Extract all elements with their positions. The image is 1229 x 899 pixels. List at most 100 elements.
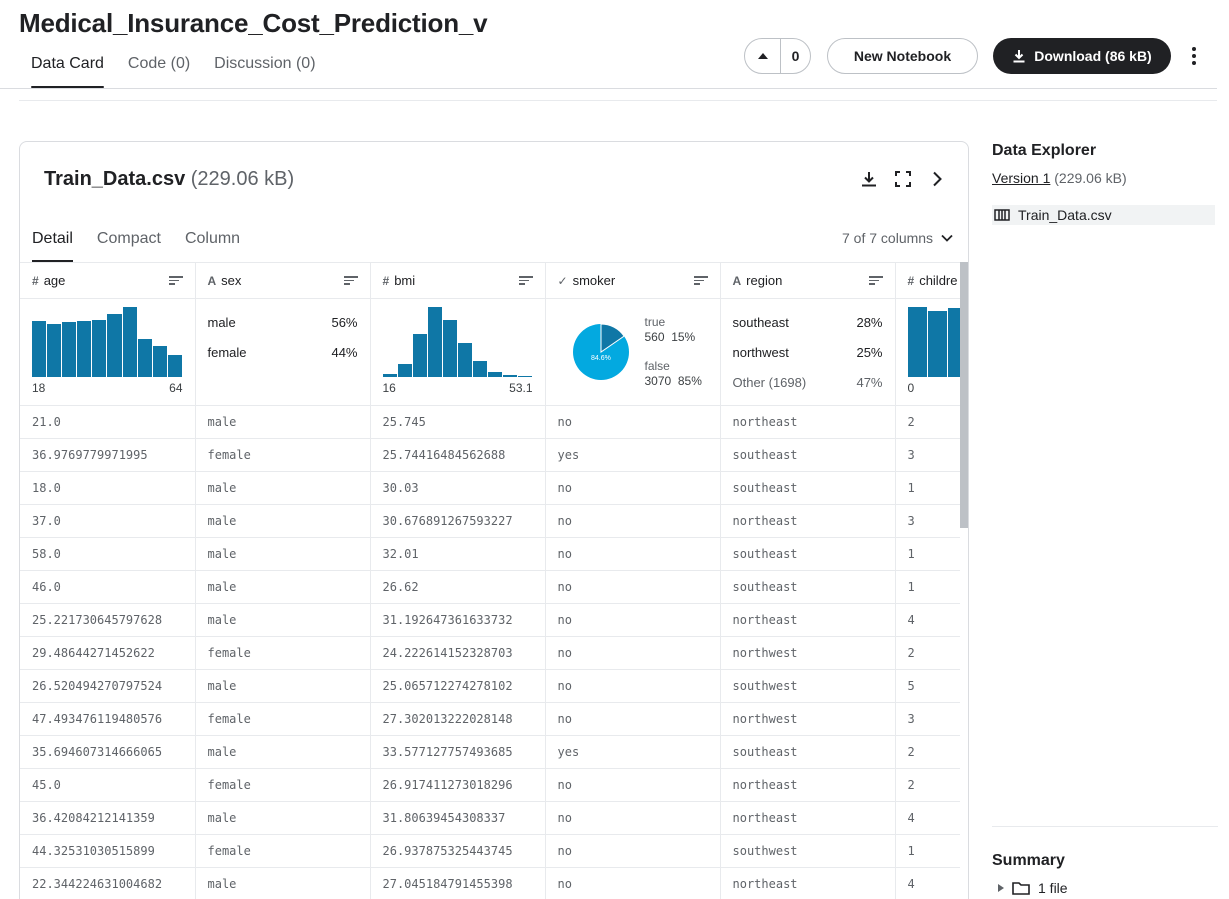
tab-compact[interactable]: Compact xyxy=(85,228,173,262)
table-cell: 29.48644271452622 xyxy=(20,636,196,670)
column-type-icon: # xyxy=(382,273,390,288)
column-name: age xyxy=(43,273,66,288)
chevron-right-icon[interactable] xyxy=(926,168,948,190)
table-row: 35.694607314666065 male 33.577127757493685… xyxy=(20,735,960,769)
histogram-bar[interactable] xyxy=(457,343,473,377)
bmi-min: 16 xyxy=(382,381,396,395)
table-row: 21.0 male 25.745 no northeast 2 xyxy=(20,405,960,439)
tab-data-card[interactable]: Data Card xyxy=(19,54,116,88)
new-notebook-button[interactable]: New Notebook xyxy=(827,38,978,74)
region-summary: southeast 28% northwest 25% Other (1698) 47% xyxy=(720,298,896,406)
histogram-bar[interactable] xyxy=(137,338,152,377)
table-row: 45.0 female 26.917411273018296 no northeast 2 xyxy=(20,768,960,802)
table-cell: northeast xyxy=(720,768,896,802)
more-options-icon[interactable] xyxy=(1182,44,1206,68)
histogram-bar[interactable] xyxy=(473,360,488,377)
histogram-bar[interactable] xyxy=(518,376,533,377)
histogram-bar[interactable] xyxy=(503,374,518,377)
histogram-bar[interactable] xyxy=(488,372,503,377)
table-cell: 58.0 xyxy=(20,537,196,571)
histogram-bar[interactable] xyxy=(167,354,182,377)
histogram-bar[interactable] xyxy=(382,374,397,377)
table-row: 46.0 male 26.62 no southeast 1 xyxy=(20,570,960,604)
table-cell: 4 xyxy=(895,867,960,899)
table-cell: male xyxy=(195,801,371,835)
file-size: (229.06 kB) xyxy=(190,168,295,190)
sort-icon[interactable] xyxy=(518,276,533,285)
histogram-bar[interactable] xyxy=(427,307,442,377)
smoker-true-label: true xyxy=(644,315,666,329)
column-type-icon: A xyxy=(732,273,742,288)
histogram-bar[interactable] xyxy=(412,333,427,377)
table-cell: 26.62 xyxy=(370,570,546,604)
sort-icon[interactable] xyxy=(693,276,708,285)
table-cell: 30.03 xyxy=(370,471,546,505)
sort-icon[interactable] xyxy=(343,276,358,285)
tab-column[interactable]: Column xyxy=(173,228,252,262)
vote-count: 0 xyxy=(791,48,800,64)
table-cell: 2 xyxy=(895,735,960,769)
version-link[interactable]: Version 1 xyxy=(992,170,1050,186)
histogram-bar[interactable] xyxy=(397,364,412,377)
table-cell: northeast xyxy=(720,603,896,637)
histogram-bar[interactable] xyxy=(77,321,92,377)
histogram-bar[interactable] xyxy=(62,322,77,377)
upvote-button[interactable] xyxy=(745,39,781,73)
smoker-false-count: 3070 xyxy=(644,374,672,388)
histogram-bar[interactable] xyxy=(907,307,927,377)
histogram-bar[interactable] xyxy=(122,307,137,377)
table-icon xyxy=(994,209,1010,221)
bmi-histogram xyxy=(382,307,533,377)
column-header-3[interactable]: ✓ smoker xyxy=(545,262,721,299)
sort-icon[interactable] xyxy=(868,276,883,285)
table-row: 18.0 male 30.03 no southeast 1 xyxy=(20,471,960,505)
table-cell: male xyxy=(195,603,371,637)
table-cell: 22.344224631004682 xyxy=(20,867,196,899)
column-header-4[interactable]: Aregion xyxy=(720,262,896,299)
table-cell: no xyxy=(545,669,721,703)
histogram-bar[interactable] xyxy=(442,319,457,377)
histogram-bar[interactable] xyxy=(32,321,47,377)
bmi-summary: 16 53.1 xyxy=(370,298,546,406)
column-header-1[interactable]: Asex xyxy=(195,262,371,299)
table-cell: northeast xyxy=(720,405,896,439)
histogram-bar[interactable] xyxy=(152,345,167,377)
histogram-bar[interactable] xyxy=(948,308,960,377)
column-type-icon: # xyxy=(907,273,915,288)
category-pct: 47% xyxy=(856,375,883,390)
table-cell: male xyxy=(195,537,371,571)
histogram-bar[interactable] xyxy=(47,323,62,377)
summary-files[interactable]: 1 file xyxy=(998,880,1068,896)
column-name: bmi xyxy=(394,273,416,288)
table-cell: 4 xyxy=(895,801,960,835)
column-header-0[interactable]: # age xyxy=(20,262,196,299)
tab-detail[interactable]: Detail xyxy=(20,228,85,262)
download-button[interactable]: Download (86 kB) xyxy=(993,38,1171,74)
sidebar-divider xyxy=(992,826,1218,827)
horizontal-scrollbar-thumb[interactable] xyxy=(960,262,968,528)
column-header-5[interactable]: # childre xyxy=(895,262,960,299)
column-type-icon: # xyxy=(32,273,39,288)
sort-icon[interactable] xyxy=(168,276,183,285)
table-cell: southeast xyxy=(720,471,896,505)
tab-code[interactable]: Code (0) xyxy=(116,54,202,88)
table-row: 37.0 male 30.676891267593227 no northeast 3 xyxy=(20,504,960,538)
table-cell: 37.0 xyxy=(20,504,196,538)
summary-row: 18 64 male 56% female 44% 16 53.1 84.6% … xyxy=(20,298,960,406)
age-max: 64 xyxy=(169,381,183,395)
histogram-bar[interactable] xyxy=(927,310,948,377)
column-header-2[interactable]: # bmi xyxy=(370,262,546,299)
table-cell: northwest xyxy=(720,702,896,736)
sidebar-file-item[interactable]: Train_Data.csv xyxy=(992,205,1215,225)
region-category-row: southeast 28% xyxy=(733,315,883,345)
category-label: male xyxy=(207,315,236,330)
tab-discussion[interactable]: Discussion (0) xyxy=(202,54,327,88)
column-name: region xyxy=(746,273,783,288)
histogram-bar[interactable] xyxy=(92,319,107,377)
histogram-bar[interactable] xyxy=(107,314,122,377)
column-selector[interactable]: 7 of 7 columns xyxy=(842,230,953,246)
fullscreen-icon[interactable] xyxy=(892,168,914,190)
column-name: sex xyxy=(221,273,242,288)
download-file-icon[interactable] xyxy=(858,168,880,190)
data-explorer-title: Data Explorer xyxy=(992,142,1097,159)
